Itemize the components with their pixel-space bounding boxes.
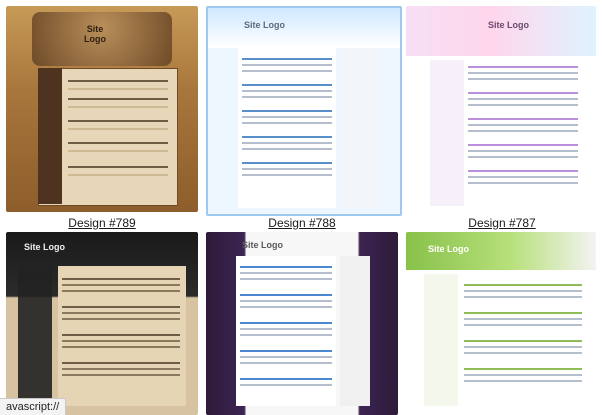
design-786-site-logo: Site Logo: [24, 242, 65, 252]
browser-status-bar: avascript://: [0, 398, 67, 415]
design-786-thumbnail[interactable]: Site Logo: [6, 232, 198, 415]
design-784-site-logo: Site Logo: [428, 244, 469, 254]
design-789-site-logo: Site Logo: [84, 24, 106, 44]
design-789-sidebar: [38, 68, 62, 204]
design-787-link[interactable]: Design #787: [402, 216, 602, 230]
design-786-sidebar: [18, 266, 52, 406]
design-788-content-panel: [238, 48, 336, 208]
design-787-sidebar: [430, 60, 464, 206]
design-788-site-logo: Site Logo: [244, 20, 285, 30]
design-784-sidebar: [424, 274, 458, 406]
design-789-thumbnail[interactable]: Site Logo: [6, 6, 198, 212]
design-787-thumbnail[interactable]: Site Logo: [406, 6, 596, 212]
design-784-thumbnail[interactable]: Site Logo: [406, 232, 596, 415]
design-785-sidebar: [340, 256, 370, 406]
design-788-thumbnail[interactable]: Site Logo: [206, 6, 402, 216]
design-785-thumbnail[interactable]: Site Logo: [206, 232, 398, 415]
design-785-site-logo: Site Logo: [242, 240, 283, 250]
design-787-header: [406, 6, 596, 56]
design-788-header: [208, 8, 400, 48]
design-786-content-panel: [58, 266, 186, 406]
design-789-link[interactable]: Design #789: [2, 216, 202, 230]
design-788-link[interactable]: Design #788: [202, 216, 402, 230]
design-788-sidebar: [340, 48, 380, 208]
design-787-site-logo: Site Logo: [488, 20, 529, 30]
